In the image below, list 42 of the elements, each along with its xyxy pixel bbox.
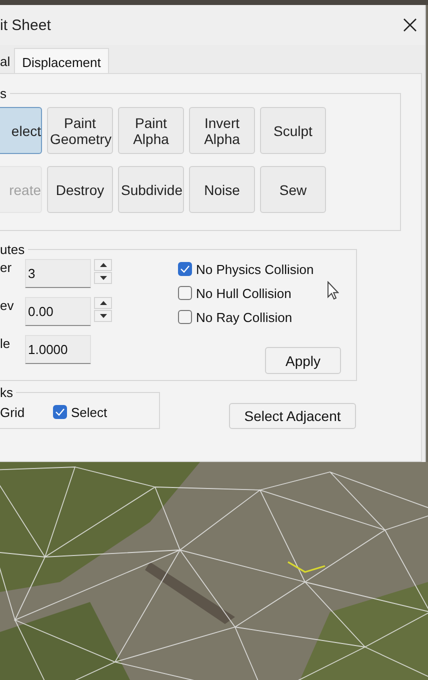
triangle-down-icon (100, 314, 106, 318)
checkbox[interactable] (53, 405, 67, 419)
field-label: ev (0, 297, 15, 313)
close-icon (403, 18, 417, 32)
select-adjacent-button[interactable]: Select Adjacent (229, 403, 356, 429)
checkbox-label: No Hull Collision (196, 286, 292, 300)
tool-button[interactable]: elect (0, 107, 42, 154)
field-label: le (0, 335, 12, 351)
tab[interactable]: Displacement (14, 48, 109, 73)
tab[interactable]: al (0, 48, 14, 73)
triangle-up-icon (100, 301, 106, 305)
grid-label: Grid (0, 404, 26, 420)
checkbox-label: Select (71, 404, 108, 420)
input-field[interactable]: 3 (25, 259, 91, 288)
spin-up-button[interactable] (94, 297, 112, 309)
field-label: er (0, 259, 13, 275)
checkbox[interactable] (178, 286, 192, 300)
tool-button[interactable]: Destroy (47, 166, 113, 213)
checkbox-label: No Physics Collision (196, 262, 314, 276)
tool-button[interactable]: Sculpt (260, 107, 326, 154)
checkbox-label: No Ray Collision (196, 310, 292, 324)
group-label: s (0, 86, 8, 101)
tool-button[interactable]: Sew (260, 166, 326, 213)
tool-button[interactable]: Paint Geometry (47, 107, 113, 154)
spin-up-button[interactable] (94, 259, 112, 271)
group-label: utes (0, 242, 26, 257)
checkbox[interactable] (178, 262, 192, 276)
spin-down-button[interactable] (94, 272, 112, 284)
checkbox[interactable] (178, 310, 192, 324)
tool-button[interactable]: Invert Alpha (189, 107, 255, 154)
triangle-down-icon (100, 276, 106, 280)
tool-button[interactable]: Noise (189, 166, 255, 213)
spin-down-button[interactable] (94, 310, 112, 322)
window-title: it Sheet (0, 16, 51, 34)
tool-button[interactable]: Paint Alpha (118, 107, 184, 154)
input-field[interactable]: 1.0000 (25, 335, 91, 364)
triangle-up-icon (100, 263, 106, 267)
apply-button[interactable]: Apply (265, 347, 341, 374)
group-label: ks (0, 385, 14, 400)
input-field[interactable]: 0.00 (25, 297, 91, 326)
tool-button[interactable]: Subdivide (118, 166, 184, 213)
mouse-cursor-icon (327, 281, 339, 300)
